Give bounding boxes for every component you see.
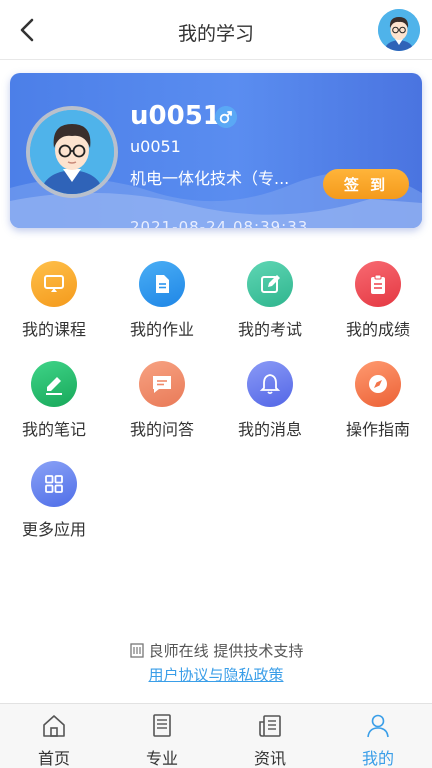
app-my-homework[interactable]: 我的作业: [108, 258, 216, 350]
bell-icon: [247, 361, 293, 407]
username: u0051: [130, 101, 221, 131]
building-icon: [129, 643, 144, 658]
tab-mine[interactable]: 我的: [324, 704, 432, 768]
header-avatar[interactable]: [378, 9, 420, 51]
major-name: 机电一体化技术（专...: [130, 169, 290, 188]
app-my-qa[interactable]: 我的问答: [108, 358, 216, 450]
app-my-notes[interactable]: 我的笔记: [0, 358, 108, 450]
bottom-tab-bar: 首页 专业 资讯 我的: [0, 703, 432, 768]
login-date: 2021-08-24 08:39:33: [130, 218, 309, 228]
pen-icon: [31, 361, 77, 407]
tv-icon: [31, 261, 77, 307]
person-icon: [367, 714, 389, 738]
tab-label: 我的: [361, 749, 394, 768]
user-id: u0051: [130, 137, 181, 156]
page-title: 我的学习: [177, 23, 254, 45]
compass-icon: [355, 361, 401, 407]
profile-card: u0051 u0051 机电一体化技术（专... 签 到 2021-08-24 …: [10, 73, 422, 228]
app-label: 我的成绩: [345, 320, 410, 339]
app-label: 我的笔记: [21, 420, 86, 439]
male-icon: [215, 106, 237, 128]
tab-label: 资讯: [253, 749, 286, 768]
app-more-apps[interactable]: 更多应用: [0, 458, 108, 550]
app-label: 我的考试: [237, 320, 302, 339]
app-label: 操作指南: [345, 420, 410, 439]
home-icon: [43, 715, 65, 737]
document-icon: [139, 261, 185, 307]
signin-button[interactable]: 签 到: [323, 169, 409, 199]
app-label: 我的问答: [129, 420, 194, 439]
tab-news[interactable]: 资讯: [216, 704, 324, 768]
app-my-courses[interactable]: 我的课程: [0, 258, 108, 350]
app-label: 更多应用: [21, 520, 86, 539]
app-label: 我的作业: [129, 320, 194, 339]
app-label: 我的课程: [21, 320, 86, 339]
tab-label: 专业: [145, 749, 178, 768]
app-label: 我的消息: [237, 420, 302, 439]
news-icon: [259, 715, 281, 737]
app-my-exams[interactable]: 我的考试: [216, 258, 324, 350]
grid-icon: [31, 461, 77, 507]
top-bar: 我的学习: [0, 0, 432, 60]
tab-label: 首页: [37, 749, 70, 768]
support-label: 良师在线 提供技术支持: [148, 642, 304, 660]
app-my-messages[interactable]: 我的消息: [216, 358, 324, 450]
support-text: 良师在线 提供技术支持: [0, 640, 432, 661]
edit-icon: [247, 261, 293, 307]
tab-home[interactable]: 首页: [0, 704, 108, 768]
book-icon: [153, 714, 171, 737]
app-user-guide[interactable]: 操作指南: [324, 358, 432, 450]
clipboard-icon: [355, 261, 401, 307]
message-icon: [139, 361, 185, 407]
policy-link[interactable]: 用户协议与隐私政策: [0, 664, 432, 685]
profile-avatar[interactable]: [26, 106, 118, 198]
app-my-grades[interactable]: 我的成绩: [324, 258, 432, 350]
tab-major[interactable]: 专业: [108, 704, 216, 768]
